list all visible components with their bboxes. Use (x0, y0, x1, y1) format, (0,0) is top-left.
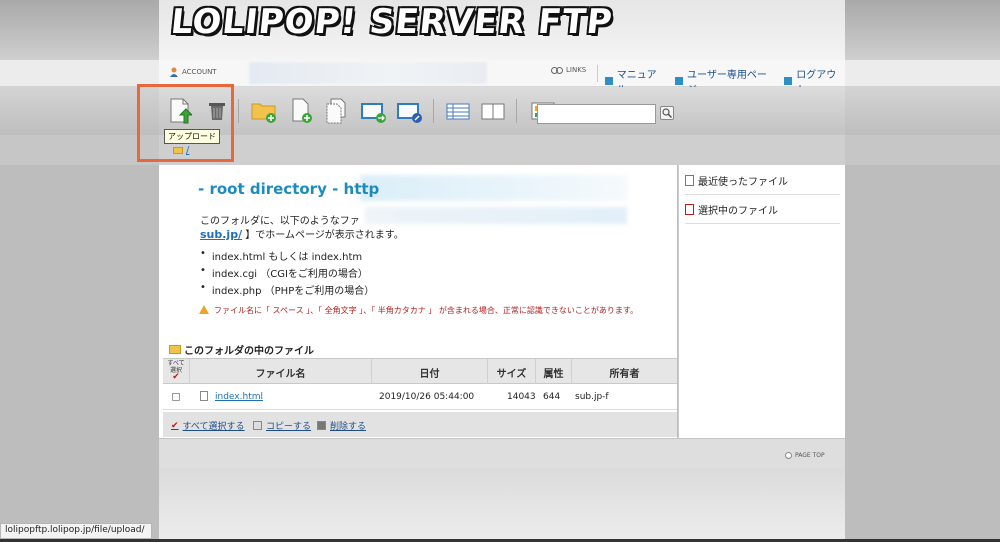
toolbar-divider (238, 99, 239, 123)
account-label: ACCOUNT (169, 67, 217, 77)
section-title-text: このフォルダの中のファイル (184, 346, 314, 357)
list-item: index.php （PHPをご利用の場合） (200, 282, 374, 297)
arrow-square-icon (675, 77, 684, 85)
directory-description: このフォルダに、以下のようなファ (200, 216, 360, 227)
column-header-date[interactable]: 日付 (371, 359, 487, 385)
arrow-up-icon (785, 452, 792, 459)
file-size: 14043 (507, 392, 536, 402)
file-date: 2019/10/26 05:44:00 (379, 392, 475, 402)
file-permission: 644 (543, 392, 561, 402)
file-icon (685, 175, 694, 186)
column-header-name[interactable]: ファイル名 (189, 359, 371, 385)
directory-description-line2: sub.jp/ 】でホームページが表示されます。 (200, 226, 404, 241)
delete-action[interactable]: 削除する (317, 419, 366, 432)
copy-icon (253, 421, 262, 430)
list-view-button[interactable] (446, 98, 470, 124)
description-redacted (365, 207, 627, 224)
file-owner: sub.jp-f (575, 392, 609, 402)
user-icon (170, 67, 178, 77)
selected-files-label: 選択中のファイル (698, 206, 778, 217)
search-input[interactable] (537, 104, 656, 124)
content-area: - root directory - http このフォルダに、以下のようなファ… (159, 165, 677, 438)
list-item: index.cgi （CGIをご利用の場合） (200, 265, 374, 280)
warning-text: ファイル名に「 スペース 」、「 全角文字 」、「 半角カタカナ 」 が含まれる… (214, 306, 639, 315)
index-file-list: index.html もしくは index.htm index.cgi （CGI… (200, 248, 374, 299)
move-button[interactable] (361, 98, 386, 124)
arrow-square-icon (605, 77, 613, 85)
select-all-header[interactable]: すべて選択 ✔ (165, 360, 187, 382)
directory-heading: - root directory - http (198, 180, 380, 198)
folder-icon (169, 345, 181, 354)
logo-area: LOLIPOP! SERVER FTP (159, 0, 845, 60)
heading-url-redacted (360, 175, 628, 201)
check-icon: ✔ (172, 372, 180, 382)
domain-link[interactable]: sub.jp/ (200, 228, 242, 241)
links-divider (597, 65, 598, 82)
new-folder-button[interactable] (251, 98, 276, 124)
account-name-redacted (249, 62, 487, 84)
right-sidebar: 最近使ったファイル 選択中のファイル (678, 165, 845, 438)
check-icon: ✔ (171, 420, 179, 431)
arrow-square-icon (784, 77, 793, 85)
copy-button[interactable] (325, 98, 349, 124)
recent-files-label: 最近使ったファイル (698, 177, 788, 188)
search-icon (662, 108, 673, 119)
new-file-button[interactable] (290, 98, 314, 124)
toolbar-divider (516, 99, 517, 123)
warning-icon (199, 305, 209, 314)
upload-highlight-frame (137, 84, 234, 162)
ftp-main-frame: LOLIPOP! SERVER FTP ACCOUNT LINKS マニュアル … (159, 0, 845, 542)
file-icon (200, 391, 208, 401)
file-name-link[interactable]: index.html (215, 392, 263, 402)
column-header-owner[interactable]: 所有者 (571, 359, 677, 385)
file-table-header: すべて選択 ✔ ファイル名 日付 サイズ 属性 所有者 (163, 358, 677, 385)
file-add-icon (292, 98, 312, 123)
row-checkbox[interactable] (172, 393, 180, 401)
column-view-icon (481, 103, 505, 120)
toolbar-divider (433, 99, 434, 123)
list-item: index.html もしくは index.htm (200, 248, 374, 263)
search-button[interactable] (660, 106, 674, 120)
copy-action-label: コピーする (266, 422, 312, 432)
copy-icon (326, 98, 346, 124)
file-selected-icon (685, 204, 694, 215)
rename-button[interactable] (397, 98, 422, 124)
selected-files-item[interactable]: 選択中のファイル (685, 202, 840, 224)
link-icon (551, 66, 563, 74)
description-suffix: 】でホームページが表示されます。 (242, 230, 404, 241)
page-top-bar: PAGE TOP (159, 438, 845, 468)
browser-status-url: lolipopftp.lolipop.jp/file/upload/ (0, 523, 152, 539)
column-view-button[interactable] (481, 98, 505, 124)
select-all-action-label: すべて選択する (182, 422, 245, 432)
account-text: ACCOUNT (182, 68, 217, 76)
select-all-action[interactable]: ✔ すべて選択する (171, 419, 245, 433)
toolbar (159, 87, 845, 135)
file-action-bar: ✔ すべて選択する コピーする 削除する (163, 412, 677, 437)
rename-icon (397, 103, 422, 123)
delete-action-label: 削除する (330, 422, 367, 432)
links-label: LINKS (551, 66, 586, 74)
links-text: LINKS (566, 66, 587, 74)
path-bar: / (159, 135, 845, 165)
filename-warning: ファイル名に「 スペース 」、「 全角文字 」、「 半角カタカナ 」 が含まれる… (199, 304, 639, 317)
account-bar: ACCOUNT LINKS マニュアル ユーザー専用ページ ログアウト (159, 60, 845, 96)
page-top-link[interactable]: PAGE TOP (785, 452, 825, 459)
upload-tooltip: アップロード (164, 129, 220, 144)
section-title: このフォルダの中のファイル (169, 342, 314, 357)
move-icon (361, 103, 386, 123)
trash-icon (317, 421, 326, 430)
column-header-size[interactable]: サイズ (487, 359, 535, 385)
recent-files-item[interactable]: 最近使ったファイル (685, 173, 840, 195)
list-view-icon (446, 103, 470, 120)
folder-add-icon (251, 103, 276, 123)
column-header-permission[interactable]: 属性 (535, 359, 571, 385)
copy-action[interactable]: コピーする (253, 419, 311, 432)
table-row[interactable]: index.html 2019/10/26 05:44:00 14043 644… (163, 384, 677, 410)
page-top-label: PAGE TOP (795, 452, 825, 459)
site-logo[interactable]: LOLIPOP! SERVER FTP (169, 2, 615, 42)
